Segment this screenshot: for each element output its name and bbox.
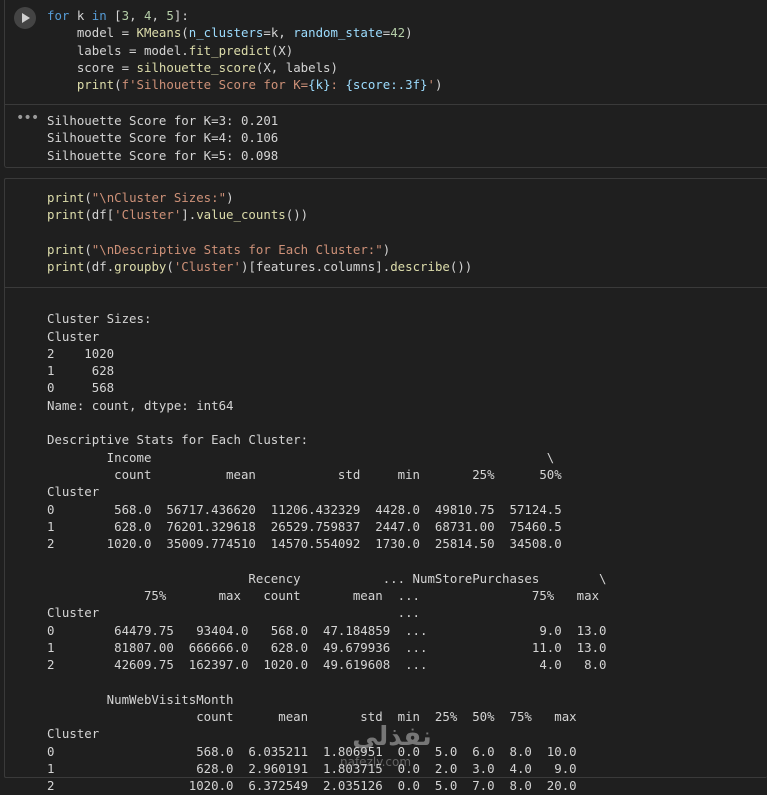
code-token: ( [114,77,122,93]
code-token: ) [226,190,234,205]
ellipsis-icon[interactable]: ••• [16,111,39,125]
code-token: ( [166,259,174,275]
code-token: in [91,8,107,23]
code-token: ]. [181,207,197,223]
cell-output-divider [5,287,767,288]
code-token: ()) [449,259,473,275]
code-token: 42 [390,25,406,41]
code-token: ]: [173,8,189,23]
code-line: model = KMeans(n_clusters=k, random_stat… [47,25,413,40]
code-cell-2[interactable]: print("\nCluster Sizes:") print(df['Clus… [4,178,767,793]
code-token: n_clusters [188,25,264,41]
code-token: f'Silhouette Score for K= [121,77,309,93]
code-token: 'Cluster' [173,259,241,275]
code-token: labels = model. [47,42,189,58]
code-token: k [69,8,92,23]
code-token: [ [106,8,122,23]
code-token: print [47,259,85,275]
run-cell-button[interactable] [14,7,36,29]
code-token: value_counts [196,207,286,223]
code-token: model = [47,25,137,41]
code-token: ) [405,25,413,41]
code-token: 'Cluster' [114,207,182,223]
code-token: )[features.columns]. [240,259,391,275]
code-line: for k in [3, 4, 5]: [47,8,189,23]
code-token: "\nCluster Sizes:" [91,190,227,205]
play-icon [22,13,30,23]
code-token: , [151,8,167,23]
cell-output-divider [5,104,767,105]
code-editor-2[interactable]: print("\nCluster Sizes:") print(df['Clus… [47,189,472,275]
code-token: ) [382,241,391,257]
code-token: 3 [121,8,130,23]
code-token: ( [84,190,92,205]
code-token: =k, [263,25,294,41]
code-token: fit_predict [188,42,271,58]
code-token: ' [427,77,435,93]
code-token: {score:.3f} [345,77,428,93]
code-editor-1[interactable]: for k in [3, 4, 5]: model = KMeans(n_clu… [47,7,442,93]
code-cell-1[interactable]: for k in [3, 4, 5]: model = KMeans(n_clu… [4,0,767,168]
code-token: for [47,8,70,23]
code-token: (df[ [84,207,115,223]
code-token: print [47,190,85,205]
code-token: describe [390,259,450,275]
code-token: (df. [84,259,115,275]
code-token: : [330,77,346,93]
code-token: "\nDescriptive Stats for Each Cluster:" [91,241,383,257]
code-token: print [76,77,115,93]
code-line: print(df['Cluster'].value_counts()) [47,207,308,222]
code-line: print(f'Silhouette Score for K={k}: {sco… [47,77,443,93]
code-token: KMeans [136,25,182,41]
code-token: groupby [114,259,167,275]
code-token: ()) [285,207,309,223]
code-token: , [129,8,145,23]
cell-output-1: Silhouette Score for K=3: 0.201 Silhouet… [47,113,279,163]
cell-output-2: Cluster Sizes: Cluster 2 1020 1 628 0 56… [47,311,607,794]
code-token: ( [181,25,189,41]
code-token: score = [47,59,137,75]
code-line: print("\nDescriptive Stats for Each Clus… [47,242,390,257]
code-token: silhouette_score [136,59,256,75]
code-line: labels = model.fit_predict(X) [47,43,293,58]
code-token: ( [84,241,92,257]
code-token: print [47,207,85,223]
code-token: (X, labels) [255,59,338,75]
code-line: print(df.groupby('Cluster')[features.col… [47,259,472,274]
code-token: random_state [293,25,383,41]
code-line: print("\nCluster Sizes:") [47,190,234,205]
code-token: print [47,241,85,257]
code-token: 5 [166,8,174,23]
code-token: ) [434,77,443,93]
code-line: score = silhouette_score(X, labels) [47,60,338,75]
code-token: {k} [308,77,331,93]
code-token: (X) [270,42,294,58]
